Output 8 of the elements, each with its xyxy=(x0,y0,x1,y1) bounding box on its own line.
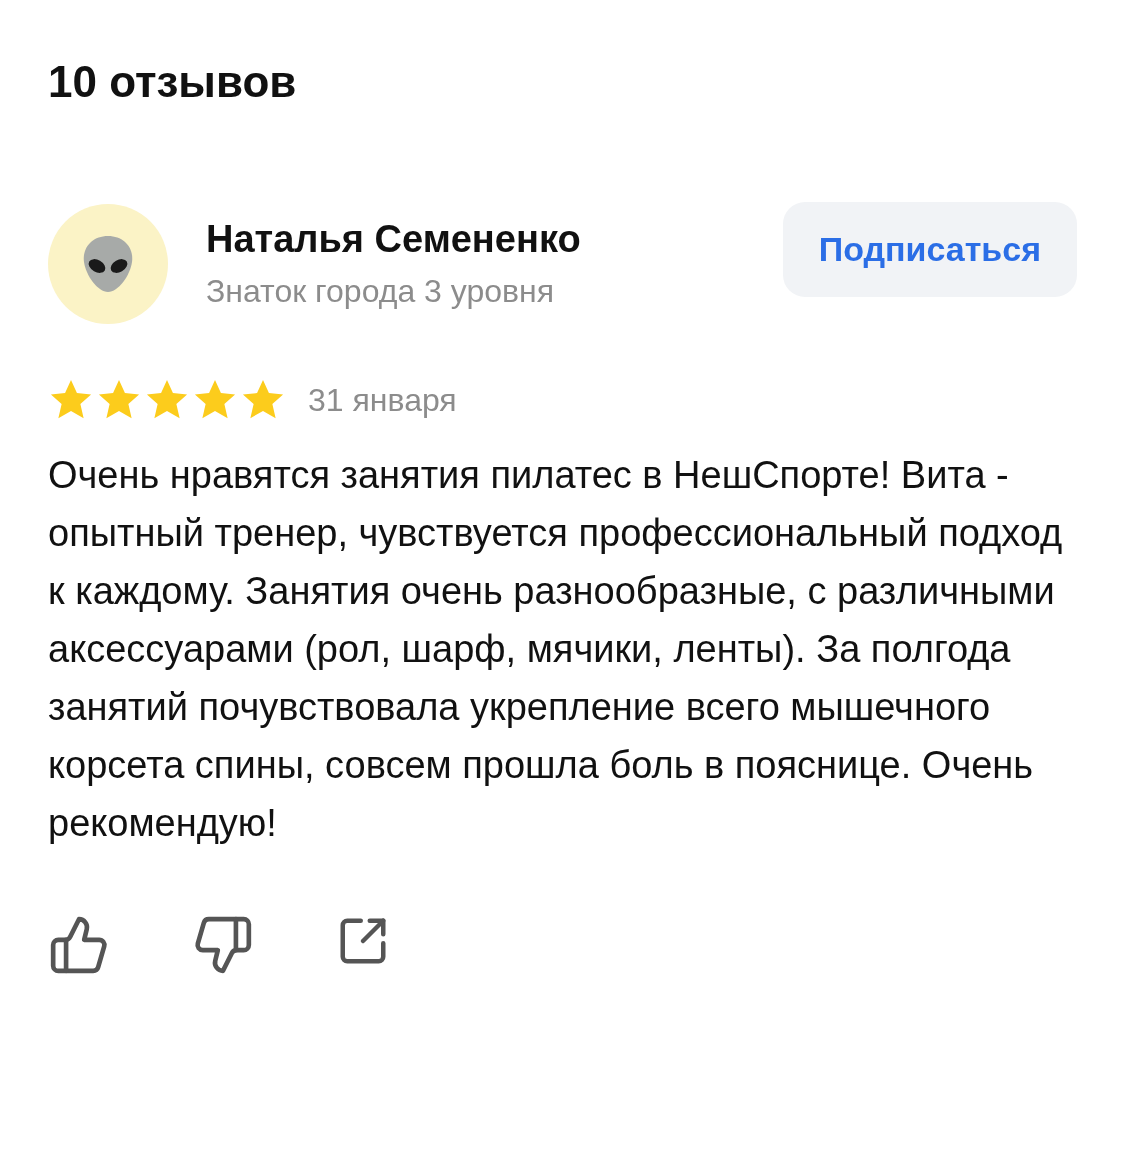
author-level: Знаток города 3 уровня xyxy=(206,272,555,311)
review-text: Очень нравятся занятия пилатес в НешСпорте! Вита - опытный тренер, чувствуется профессиональный подход к каждому. Занятия очень разнообразные, с различными аксессуарами (рол, шарф, мячики, ленты). За полгода занятий почувствовала укрепление всего мышечного корсета спины, совсем прошла боль в пояснице. Очень рекомендую! xyxy=(48,453,1064,846)
subscribe-button[interactable]: Подписаться xyxy=(782,201,1077,297)
like-icon[interactable] xyxy=(48,914,110,976)
author-name[interactable]: Наталья Семененко xyxy=(206,213,581,265)
reviews-count-title: 10 отзывов xyxy=(48,56,298,108)
review-date: 31 января xyxy=(308,381,457,420)
dislike-icon[interactable] xyxy=(192,914,254,976)
